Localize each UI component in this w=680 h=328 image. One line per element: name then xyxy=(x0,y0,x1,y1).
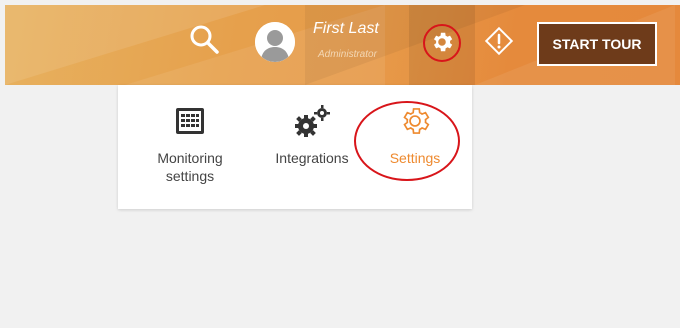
gears-icon xyxy=(295,105,330,137)
settings-dropdown: Monitoring settings Integrations Setting… xyxy=(118,85,472,209)
user-name[interactable]: First Last xyxy=(313,20,379,38)
alert-button[interactable] xyxy=(484,26,514,56)
search-button[interactable] xyxy=(187,22,223,58)
gear-icon xyxy=(433,32,453,52)
dropdown-item-integrations[interactable]: Integrations xyxy=(262,105,362,167)
dropdown-item-label: Settings xyxy=(389,150,441,166)
dropdown-item-label: Integrations xyxy=(275,150,349,166)
settings-gear-button[interactable] xyxy=(409,5,475,85)
dropdown-item-label: settings xyxy=(165,168,215,184)
dropdown-item-label: Monitoring xyxy=(157,150,223,166)
start-tour-button[interactable]: START TOUR xyxy=(537,22,657,66)
grid-calendar-icon xyxy=(176,108,204,134)
search-icon xyxy=(190,25,219,54)
dropdown-item-monitoring-settings[interactable]: Monitoring settings xyxy=(140,105,240,185)
user-avatar[interactable] xyxy=(255,22,295,62)
user-role: Administrator xyxy=(318,49,377,60)
dropdown-item-settings[interactable]: Settings xyxy=(370,105,460,167)
settings-gear-outline-icon xyxy=(403,108,430,134)
alert-diamond-icon xyxy=(484,26,514,56)
user-avatar-icon xyxy=(255,22,295,62)
